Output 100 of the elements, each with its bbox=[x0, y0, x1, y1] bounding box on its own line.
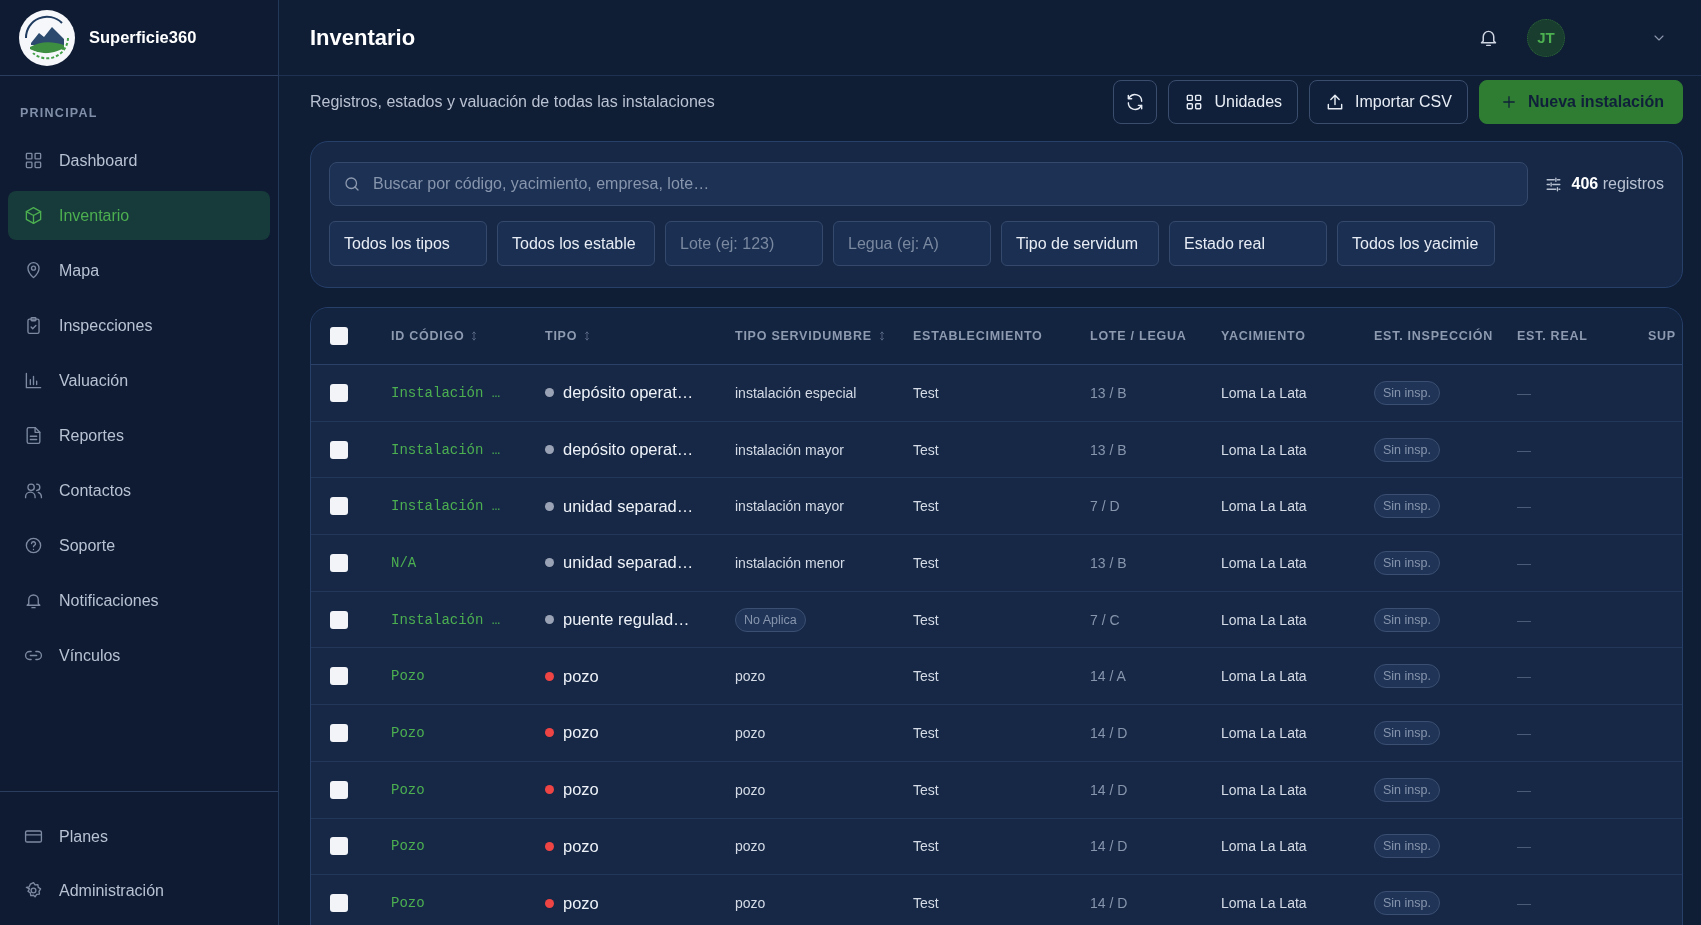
table-cell: pozo bbox=[735, 781, 766, 798]
table-cell: instalación menor bbox=[735, 554, 845, 571]
table-cell-text: 7 / D bbox=[1090, 498, 1121, 515]
table-cell: pozo bbox=[735, 838, 766, 855]
filter-dropdown[interactable]: Estado real bbox=[1169, 221, 1327, 266]
column-header: SUP bbox=[1648, 329, 1676, 343]
id-code[interactable]: N/A bbox=[391, 554, 545, 571]
filter-dropdown[interactable]: Todos los tipos bbox=[329, 221, 487, 266]
table-cell-text: — bbox=[1517, 724, 1532, 741]
user-avatar[interactable]: JT bbox=[1527, 18, 1565, 57]
settings-icon bbox=[24, 881, 43, 900]
credit-card-icon bbox=[24, 827, 43, 846]
table-cell-text: Loma La Lata bbox=[1221, 498, 1308, 515]
filter-dropdown[interactable]: Todos los yacimie bbox=[1337, 221, 1495, 266]
sidebar-item[interactable]: Planes bbox=[8, 812, 270, 861]
sidebar-item[interactable]: Contactos bbox=[8, 466, 270, 515]
column-header: ESTABLECIMIENTO bbox=[913, 329, 1043, 343]
row-checkbox[interactable] bbox=[330, 667, 348, 686]
column-header[interactable]: TIPO SERVIDUMBRE bbox=[735, 329, 872, 343]
column-header: EST. REAL bbox=[1517, 329, 1588, 343]
page-title: Inventario bbox=[310, 24, 417, 51]
table-cell-text: — bbox=[1517, 838, 1532, 855]
sidebar-item[interactable]: Soporte bbox=[8, 521, 270, 570]
table-cell-text: 13 / B bbox=[1090, 441, 1128, 458]
table-cell: pozo bbox=[735, 668, 766, 685]
table-cell-text: — bbox=[1517, 441, 1532, 458]
table-cell-text: Loma La Lata bbox=[1221, 668, 1308, 685]
table-cell-text: Test bbox=[913, 895, 940, 912]
column-header[interactable]: ID CÓDIGO bbox=[391, 329, 465, 343]
row-checkbox[interactable] bbox=[330, 383, 348, 402]
sidebar-item[interactable]: Dashboard bbox=[8, 136, 270, 185]
type-text: depósito operat… bbox=[563, 383, 694, 403]
status-badge: Sin insp. bbox=[1374, 550, 1440, 575]
table-cell-text: Test bbox=[913, 554, 940, 571]
sidebar-item[interactable]: Inventario bbox=[8, 191, 270, 240]
column-header[interactable]: TIPO bbox=[545, 329, 578, 343]
table-cell-text: Test bbox=[913, 668, 940, 685]
id-code[interactable]: Instalación … bbox=[391, 498, 545, 515]
table-cell-text: — bbox=[1517, 668, 1532, 685]
type-text: pozo bbox=[563, 836, 599, 856]
clipboard-icon bbox=[24, 316, 43, 335]
sidebar-item[interactable]: Administración bbox=[8, 866, 270, 915]
select-all-checkbox[interactable] bbox=[330, 327, 348, 345]
id-code[interactable]: Pozo bbox=[391, 781, 545, 798]
table-cell-text: Loma La Lata bbox=[1221, 895, 1308, 912]
row-checkbox[interactable] bbox=[330, 553, 348, 572]
refresh-button[interactable] bbox=[1113, 80, 1158, 124]
id-code[interactable]: Pozo bbox=[391, 724, 545, 741]
type-text: depósito operat… bbox=[563, 440, 694, 460]
table-cell-text: 14 / A bbox=[1090, 668, 1127, 685]
import-button[interactable]: Importar CSV bbox=[1309, 80, 1468, 124]
search-field[interactable]: Buscar por código, yacimiento, empresa, lote… bbox=[329, 162, 1528, 206]
logo-icon bbox=[18, 8, 76, 67]
sidebar-item[interactable]: Mapa bbox=[8, 246, 270, 295]
row-checkbox[interactable] bbox=[330, 780, 348, 799]
row-checkbox[interactable] bbox=[330, 440, 348, 459]
table-cell-text: 14 / D bbox=[1090, 724, 1129, 741]
table-cell-text: Loma La Lata bbox=[1221, 838, 1308, 855]
table-cell-text: 14 / D bbox=[1090, 895, 1129, 912]
filter-dropdown[interactable]: Tipo de servidum bbox=[1001, 221, 1159, 266]
id-code[interactable]: Instalación … bbox=[391, 384, 545, 401]
status-badge: Sin insp. bbox=[1374, 834, 1440, 859]
table-cell: instalación especial bbox=[735, 384, 857, 401]
sidebar-item[interactable]: Reportes bbox=[8, 411, 270, 460]
table-cell-text: Loma La Lata bbox=[1221, 781, 1308, 798]
table-cell-text: 13 / B bbox=[1090, 554, 1128, 571]
status-badge: Sin insp. bbox=[1374, 891, 1440, 916]
table-cell: pozo bbox=[735, 895, 766, 912]
row-checkbox[interactable] bbox=[330, 497, 348, 516]
row-checkbox[interactable] bbox=[330, 837, 348, 856]
id-code[interactable]: Instalación … bbox=[391, 611, 545, 628]
sidebar-item[interactable]: Vínculos bbox=[8, 631, 270, 680]
table-cell-text: Loma La Lata bbox=[1221, 724, 1308, 741]
id-code[interactable]: Pozo bbox=[391, 668, 545, 685]
type-text: unidad separad… bbox=[563, 553, 694, 573]
table-cell-text: 7 / C bbox=[1090, 611, 1121, 628]
type-text: unidad separad… bbox=[563, 496, 694, 516]
id-code[interactable]: Pozo bbox=[391, 895, 545, 912]
type-text: pozo bbox=[563, 666, 599, 686]
table-cell-text: Test bbox=[913, 441, 940, 458]
sidebar-item[interactable]: Notificaciones bbox=[8, 576, 270, 625]
row-checkbox[interactable] bbox=[330, 723, 348, 742]
row-checkbox[interactable] bbox=[330, 894, 348, 913]
filter-input[interactable]: Lote (ej: 123) bbox=[665, 221, 823, 266]
table-cell-text: Test bbox=[913, 838, 940, 855]
units-button[interactable]: Unidades bbox=[1168, 80, 1299, 124]
filter-input[interactable]: Legua (ej: A) bbox=[833, 221, 991, 266]
status-badge: Sin insp. bbox=[1374, 494, 1440, 519]
row-checkbox[interactable] bbox=[330, 610, 348, 629]
status-badge: Sin insp. bbox=[1374, 437, 1440, 462]
filter-dropdown[interactable]: Todos los estable bbox=[497, 221, 655, 266]
table-cell-text: 13 / B bbox=[1090, 384, 1128, 401]
id-code[interactable]: Pozo bbox=[391, 838, 545, 855]
sidebar-item[interactable]: Inspecciones bbox=[8, 301, 270, 350]
table-cell-text: — bbox=[1517, 498, 1532, 515]
id-code[interactable]: Instalación … bbox=[391, 441, 545, 458]
column-header: YACIMIENTO bbox=[1221, 329, 1306, 343]
status-badge: Sin insp. bbox=[1374, 380, 1440, 405]
sidebar-item[interactable]: Valuación bbox=[8, 356, 270, 405]
table-cell-text: Loma La Lata bbox=[1221, 554, 1308, 571]
